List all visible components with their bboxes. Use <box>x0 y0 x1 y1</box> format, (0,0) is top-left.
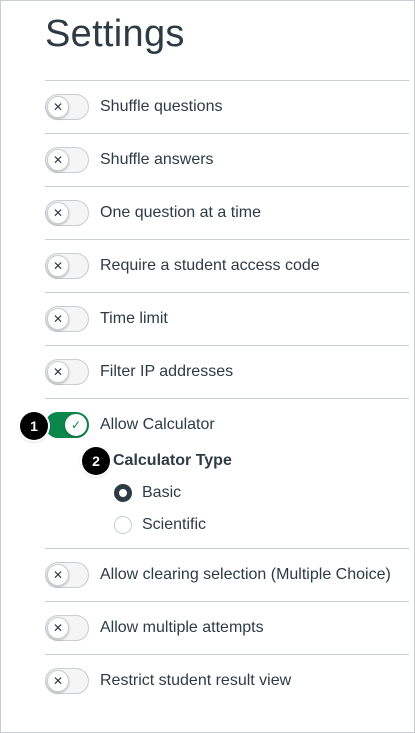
radio-label: Scientific <box>142 516 207 533</box>
setting-label: One question at a time <box>100 204 261 221</box>
setting-row-allow-calculator: ✓ Allow Calculator <box>45 399 409 451</box>
shuffle-questions-toggle[interactable]: ✕ <box>45 94 89 120</box>
calculator-option-scientific[interactable]: Scientific <box>114 514 206 536</box>
setting-label: Filter IP addresses <box>100 363 234 380</box>
setting-row-restrict-result-view: ✕ Restrict student result view <box>45 655 409 707</box>
x-icon: ✕ <box>47 617 69 639</box>
check-icon: ✓ <box>65 414 87 436</box>
page-title: Settings <box>45 13 185 55</box>
time-limit-toggle[interactable]: ✕ <box>45 306 89 332</box>
setting-row-shuffle-answers: ✕ Shuffle answers <box>45 134 409 186</box>
one-question-toggle[interactable]: ✕ <box>45 200 89 226</box>
setting-label: Allow multiple attempts <box>100 619 264 636</box>
shuffle-answers-toggle[interactable]: ✕ <box>45 147 89 173</box>
setting-label: Allow clearing selection (Multiple Choic… <box>100 566 391 583</box>
callout-badge: 2 <box>82 447 110 475</box>
settings-panel: Settings ✕ Shuffle questions ✕ Shuffle a… <box>0 0 415 733</box>
allow-calculator-toggle[interactable]: ✓ <box>45 412 89 438</box>
x-icon: ✕ <box>47 202 69 224</box>
x-icon: ✕ <box>47 255 69 277</box>
calculator-option-basic[interactable]: Basic <box>114 482 181 504</box>
setting-row-filter-ip: ✕ Filter IP addresses <box>45 346 409 398</box>
setting-row-shuffle-questions: ✕ Shuffle questions <box>45 81 409 133</box>
callout-badge: 1 <box>20 412 48 440</box>
setting-row-multiple-attempts: ✕ Allow multiple attempts <box>45 602 409 654</box>
x-icon: ✕ <box>47 96 69 118</box>
filter-ip-toggle[interactable]: ✕ <box>45 359 89 385</box>
access-code-toggle[interactable]: ✕ <box>45 253 89 279</box>
x-icon: ✕ <box>47 308 69 330</box>
setting-label: Shuffle answers <box>100 151 214 168</box>
x-icon: ✕ <box>47 361 69 383</box>
setting-label: Time limit <box>100 310 168 327</box>
setting-label: Allow Calculator <box>100 416 215 433</box>
setting-label: Require a student access code <box>100 257 320 274</box>
restrict-result-view-toggle[interactable]: ✕ <box>45 668 89 694</box>
x-icon: ✕ <box>47 149 69 171</box>
radio-button[interactable] <box>114 516 132 534</box>
setting-row-time-limit: ✕ Time limit <box>45 293 409 345</box>
setting-label: Shuffle questions <box>100 98 223 115</box>
setting-row-clearing-selection: ✕ Allow clearing selection (Multiple Cho… <box>45 549 409 601</box>
x-icon: ✕ <box>47 670 69 692</box>
multiple-attempts-toggle[interactable]: ✕ <box>45 615 89 641</box>
x-icon: ✕ <box>47 564 69 586</box>
radio-button-selected[interactable] <box>114 484 132 502</box>
setting-row-access-code: ✕ Require a student access code <box>45 240 409 292</box>
clearing-selection-toggle[interactable]: ✕ <box>45 562 89 588</box>
setting-label: Restrict student result view <box>100 672 292 689</box>
radio-label: Basic <box>142 484 182 501</box>
calculator-type-heading: Calculator Type <box>113 452 232 469</box>
setting-row-one-question: ✕ One question at a time <box>45 187 409 239</box>
